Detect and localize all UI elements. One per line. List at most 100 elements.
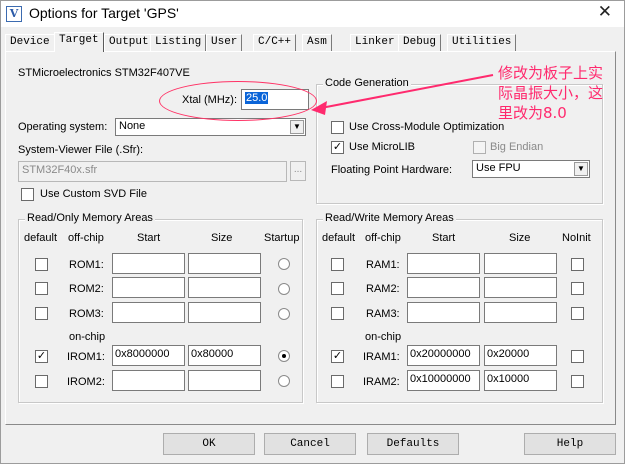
close-icon[interactable]: ✕ [598, 2, 612, 22]
tab-debug[interactable]: Debug [398, 34, 442, 51]
ram1-start-input[interactable] [407, 253, 480, 274]
rw-header-size: Size [509, 232, 531, 244]
device-name: STMicroelectronics STM32F407VE [18, 67, 190, 79]
iram1-noinit-checkbox[interactable] [571, 350, 584, 363]
iram2-label: IRAM2: [363, 376, 400, 388]
irom1-size-input[interactable]: 0x80000 [188, 345, 261, 366]
custom-svd-checkbox[interactable] [21, 188, 34, 201]
fpu-label: Floating Point Hardware: [331, 164, 453, 176]
irom1-start-input[interactable]: 0x8000000 [112, 345, 185, 366]
irom1-default-checkbox[interactable]: ✓ [35, 350, 48, 363]
ram1-default-checkbox[interactable] [331, 258, 344, 271]
ram1-noinit-checkbox[interactable] [571, 258, 584, 271]
rom2-start-input[interactable] [112, 277, 185, 298]
iram1-size-input[interactable]: 0x20000 [484, 345, 557, 366]
ram3-default-checkbox[interactable] [331, 307, 344, 320]
rom3-size-input[interactable] [188, 302, 261, 323]
window-title: Options for Target 'GPS' [29, 5, 179, 21]
cross-module-checkbox[interactable] [331, 121, 344, 134]
rom1-label: ROM1: [69, 259, 104, 271]
ro-onchip-label: on-chip [69, 331, 106, 343]
ok-button[interactable]: OK [163, 433, 255, 455]
irom2-startup-radio[interactable] [278, 375, 290, 387]
rom1-default-checkbox[interactable] [35, 258, 48, 271]
ro-memory-title: Read/Only Memory Areas [25, 212, 155, 224]
big-endian-label: Big Endian [490, 141, 544, 153]
os-value: None [119, 120, 146, 132]
annotation-note: 修改为板子上实际晶振大小，这里改为8.0 [498, 64, 604, 122]
iram2-start-input[interactable]: 0x10000000 [407, 370, 480, 391]
tab-output[interactable]: Output [104, 34, 154, 51]
microlib-label: Use MicroLIB [349, 141, 416, 153]
rom1-size-input[interactable] [188, 253, 261, 274]
iram1-default-checkbox[interactable]: ✓ [331, 350, 344, 363]
chevron-down-icon: ▼ [290, 120, 304, 134]
os-label: Operating system: [18, 121, 108, 133]
rw-header-offchip: off-chip [365, 232, 401, 244]
big-endian-checkbox[interactable] [473, 141, 486, 154]
irom2-size-input[interactable] [188, 370, 261, 391]
rom1-start-input[interactable] [112, 253, 185, 274]
ram2-default-checkbox[interactable] [331, 282, 344, 295]
rom3-startup-radio[interactable] [278, 308, 290, 320]
tab-listing[interactable]: Listing [150, 34, 207, 51]
ro-header-startup: Startup [264, 232, 300, 244]
ram1-size-input[interactable] [484, 253, 557, 274]
tab-target[interactable]: Target [54, 32, 104, 52]
help-button[interactable]: Help [524, 433, 616, 455]
irom2-start-input[interactable] [112, 370, 185, 391]
ram2-label: RAM2: [366, 283, 400, 295]
custom-svd-label: Use Custom SVD File [40, 188, 147, 200]
ram3-start-input[interactable] [407, 302, 480, 323]
sysviewer-input[interactable]: STM32F40x.sfr [18, 161, 287, 182]
fpu-select[interactable]: Use FPU ▼ [472, 160, 590, 178]
rom3-label: ROM3: [69, 308, 104, 320]
ram3-size-input[interactable] [484, 302, 557, 323]
irom2-default-checkbox[interactable] [35, 375, 48, 388]
tab-cpp[interactable]: C/C++ [253, 34, 297, 51]
rom3-start-input[interactable] [112, 302, 185, 323]
rw-header-noinit: NoInit [562, 232, 591, 244]
rw-header-start: Start [432, 232, 456, 244]
iram1-start-input[interactable]: 0x20000000 [407, 345, 480, 366]
tab-linker[interactable]: Linker [350, 34, 400, 51]
ro-header-size: Size [211, 232, 233, 244]
annotation-ellipse [159, 81, 317, 121]
options-dialog: V Options for Target 'GPS' ✕ Device Targ… [0, 0, 625, 464]
irom1-label: IROM1: [67, 351, 105, 363]
rom2-startup-radio[interactable] [278, 283, 290, 295]
irom2-label: IROM2: [67, 376, 105, 388]
code-generation-title: Code Generation [323, 77, 411, 89]
keil-app-icon: V [6, 6, 22, 22]
iram2-noinit-checkbox[interactable] [571, 375, 584, 388]
rom2-size-input[interactable] [188, 277, 261, 298]
tab-asm[interactable]: Asm [302, 34, 332, 51]
ram3-label: RAM3: [366, 308, 400, 320]
microlib-checkbox[interactable]: ✓ [331, 141, 344, 154]
ram2-start-input[interactable] [407, 277, 480, 298]
rw-onchip-label: on-chip [365, 331, 402, 343]
ro-header-default: default [24, 232, 58, 244]
cancel-button[interactable]: Cancel [264, 433, 356, 455]
sysviewer-browse-button[interactable]: ... [290, 161, 306, 181]
title-bar: V Options for Target 'GPS' ✕ [1, 1, 624, 27]
tab-device[interactable]: Device [5, 34, 55, 51]
ram3-noinit-checkbox[interactable] [571, 307, 584, 320]
cross-module-label: Use Cross-Module Optimization [349, 121, 505, 133]
tab-user[interactable]: User [206, 34, 243, 51]
ram2-noinit-checkbox[interactable] [571, 282, 584, 295]
rw-header-default: default [322, 232, 356, 244]
iram2-size-input[interactable]: 0x10000 [484, 370, 557, 391]
defaults-button[interactable]: Defaults [367, 433, 459, 455]
rom2-label: ROM2: [69, 283, 104, 295]
irom1-startup-radio[interactable] [278, 350, 290, 362]
iram2-default-checkbox[interactable] [331, 375, 344, 388]
tab-utilities[interactable]: Utilities [447, 34, 517, 51]
iram1-label: IRAM1: [363, 351, 400, 363]
rom3-default-checkbox[interactable] [35, 307, 48, 320]
rom2-default-checkbox[interactable] [35, 282, 48, 295]
rom1-startup-radio[interactable] [278, 258, 290, 270]
ram2-size-input[interactable] [484, 277, 557, 298]
os-select[interactable]: None ▼ [115, 118, 306, 136]
rw-memory-title: Read/Write Memory Areas [323, 212, 456, 224]
